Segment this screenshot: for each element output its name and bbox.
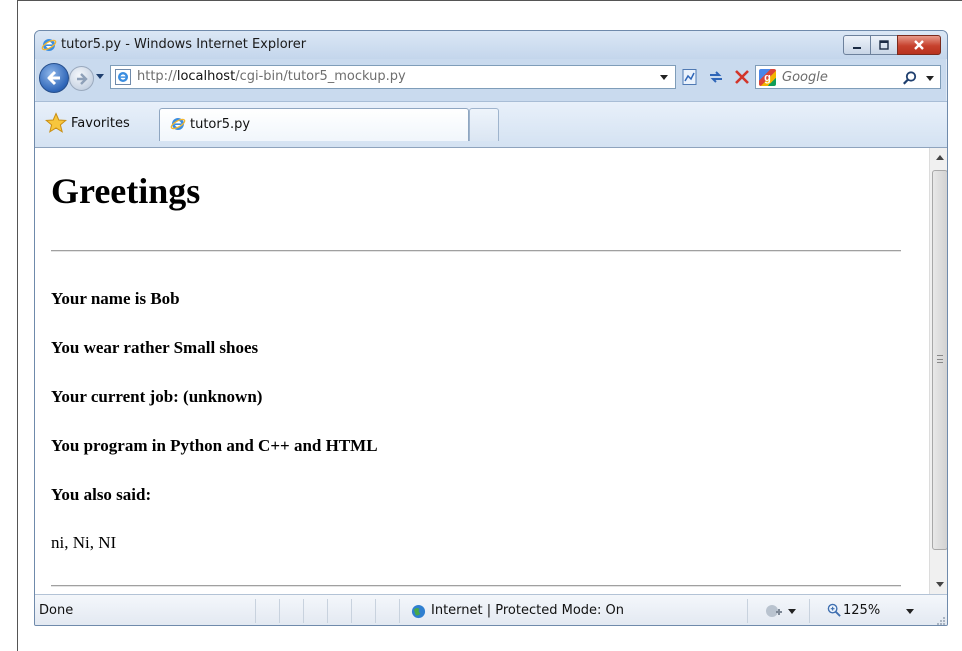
back-arrow-icon <box>47 70 60 86</box>
ie-logo-icon <box>41 39 57 51</box>
status-divider <box>809 599 810 623</box>
forward-arrow-icon <box>76 72 88 85</box>
address-dropdown-icon[interactable] <box>659 74 669 82</box>
back-button[interactable] <box>39 63 69 93</box>
compatibility-view-button[interactable] <box>680 67 700 87</box>
new-tab-button[interactable] <box>469 108 499 141</box>
name-line: Your name is Bob <box>51 289 180 308</box>
languages-line: You program in Python and C++ and HTML <box>51 436 378 455</box>
favorites-label: Favorites <box>71 115 130 131</box>
zoom-level[interactable]: 125% <box>843 603 880 618</box>
horizontal-rule <box>51 585 901 587</box>
horizontal-rule <box>51 250 901 252</box>
google-search-provider-icon[interactable]: g <box>759 69 776 86</box>
scroll-up-button[interactable] <box>934 152 946 164</box>
search-dropdown-icon[interactable] <box>925 75 935 83</box>
search-icon[interactable] <box>902 70 918 86</box>
nav-tools <box>680 67 752 87</box>
favorites-bar: Favorites tutor5.py <box>35 101 947 147</box>
forward-button[interactable] <box>69 66 94 91</box>
stop-icon <box>735 70 749 84</box>
scroll-down-arrow-icon <box>936 582 944 587</box>
zoom-magnifier-icon <box>827 603 841 617</box>
url-path: /cgi-bin/tutor5_mockup.py <box>235 69 406 84</box>
recent-pages-dropdown-icon[interactable] <box>95 73 105 81</box>
url-host: localhost <box>176 69 236 84</box>
browser-window: tutor5.py - Windows Internet Explorer ht… <box>34 30 948 626</box>
title-bar: tutor5.py - Windows Internet Explorer <box>35 31 947 59</box>
also-said-line: You also said: <box>51 485 152 504</box>
status-text: Done <box>39 603 74 618</box>
favorites-button[interactable]: Favorites <box>41 110 138 136</box>
said-text: ni, Ni, NI <box>51 533 117 552</box>
page-content: Greetings Your name is Bob You wear rath… <box>35 147 947 594</box>
search-box[interactable]: g Google <box>755 65 941 89</box>
maximize-button[interactable] <box>870 35 898 55</box>
address-bar[interactable]: http://localhost/cgi-bin/tutor5_mockup.p… <box>110 65 676 89</box>
page-heading: Greetings <box>51 171 201 211</box>
address-url[interactable]: http://localhost/cgi-bin/tutor5_mockup.p… <box>137 69 406 84</box>
status-bar: Done Internet | Protected Mode: On 125% <box>35 594 947 625</box>
status-divider <box>255 599 256 623</box>
status-divider <box>327 599 328 623</box>
status-divider <box>399 599 400 623</box>
ie-logo-icon <box>170 118 186 130</box>
scroll-up-arrow-icon <box>936 155 944 160</box>
window-title: tutor5.py - Windows Internet Explorer <box>61 37 307 52</box>
shoes-line: You wear rather Small shoes <box>51 338 259 357</box>
status-divider <box>375 599 376 623</box>
status-divider <box>303 599 304 623</box>
job-line: Your current job: (unknown) <box>51 387 263 406</box>
protected-mode-icon[interactable] <box>765 603 783 619</box>
tab-label: tutor5.py <box>190 117 251 132</box>
navigation-bar: http://localhost/cgi-bin/tutor5_mockup.p… <box>35 61 947 95</box>
status-divider <box>279 599 280 623</box>
chevron-down-icon[interactable] <box>787 608 797 616</box>
close-icon <box>914 40 924 50</box>
grip-icon <box>937 355 943 363</box>
refresh-icon <box>710 71 722 83</box>
resize-grip-icon[interactable] <box>935 615 945 625</box>
url-prefix: http:// <box>137 69 177 84</box>
close-button[interactable] <box>897 35 941 55</box>
stop-button[interactable] <box>732 67 752 87</box>
internet-globe-icon <box>411 604 426 619</box>
security-zone-text[interactable]: Internet | Protected Mode: On <box>431 603 624 618</box>
document: Greetings Your name is Bob You wear rath… <box>35 148 916 594</box>
scroll-down-button[interactable] <box>934 578 946 590</box>
page-ie-icon <box>115 69 131 85</box>
favorites-star-icon <box>45 112 67 133</box>
refresh-button[interactable] <box>706 67 726 87</box>
status-divider <box>351 599 352 623</box>
tab-tutor5[interactable]: tutor5.py <box>159 108 469 141</box>
scroll-thumb[interactable] <box>932 170 947 550</box>
minimize-icon <box>853 47 861 49</box>
vertical-scrollbar[interactable] <box>929 148 947 594</box>
search-placeholder: Google <box>782 70 828 85</box>
maximize-icon <box>879 40 889 50</box>
minimize-button[interactable] <box>843 35 871 55</box>
chevron-down-icon[interactable] <box>905 608 915 616</box>
compatibility-view-icon <box>682 69 697 85</box>
status-divider <box>747 599 748 623</box>
window-controls <box>843 35 941 55</box>
